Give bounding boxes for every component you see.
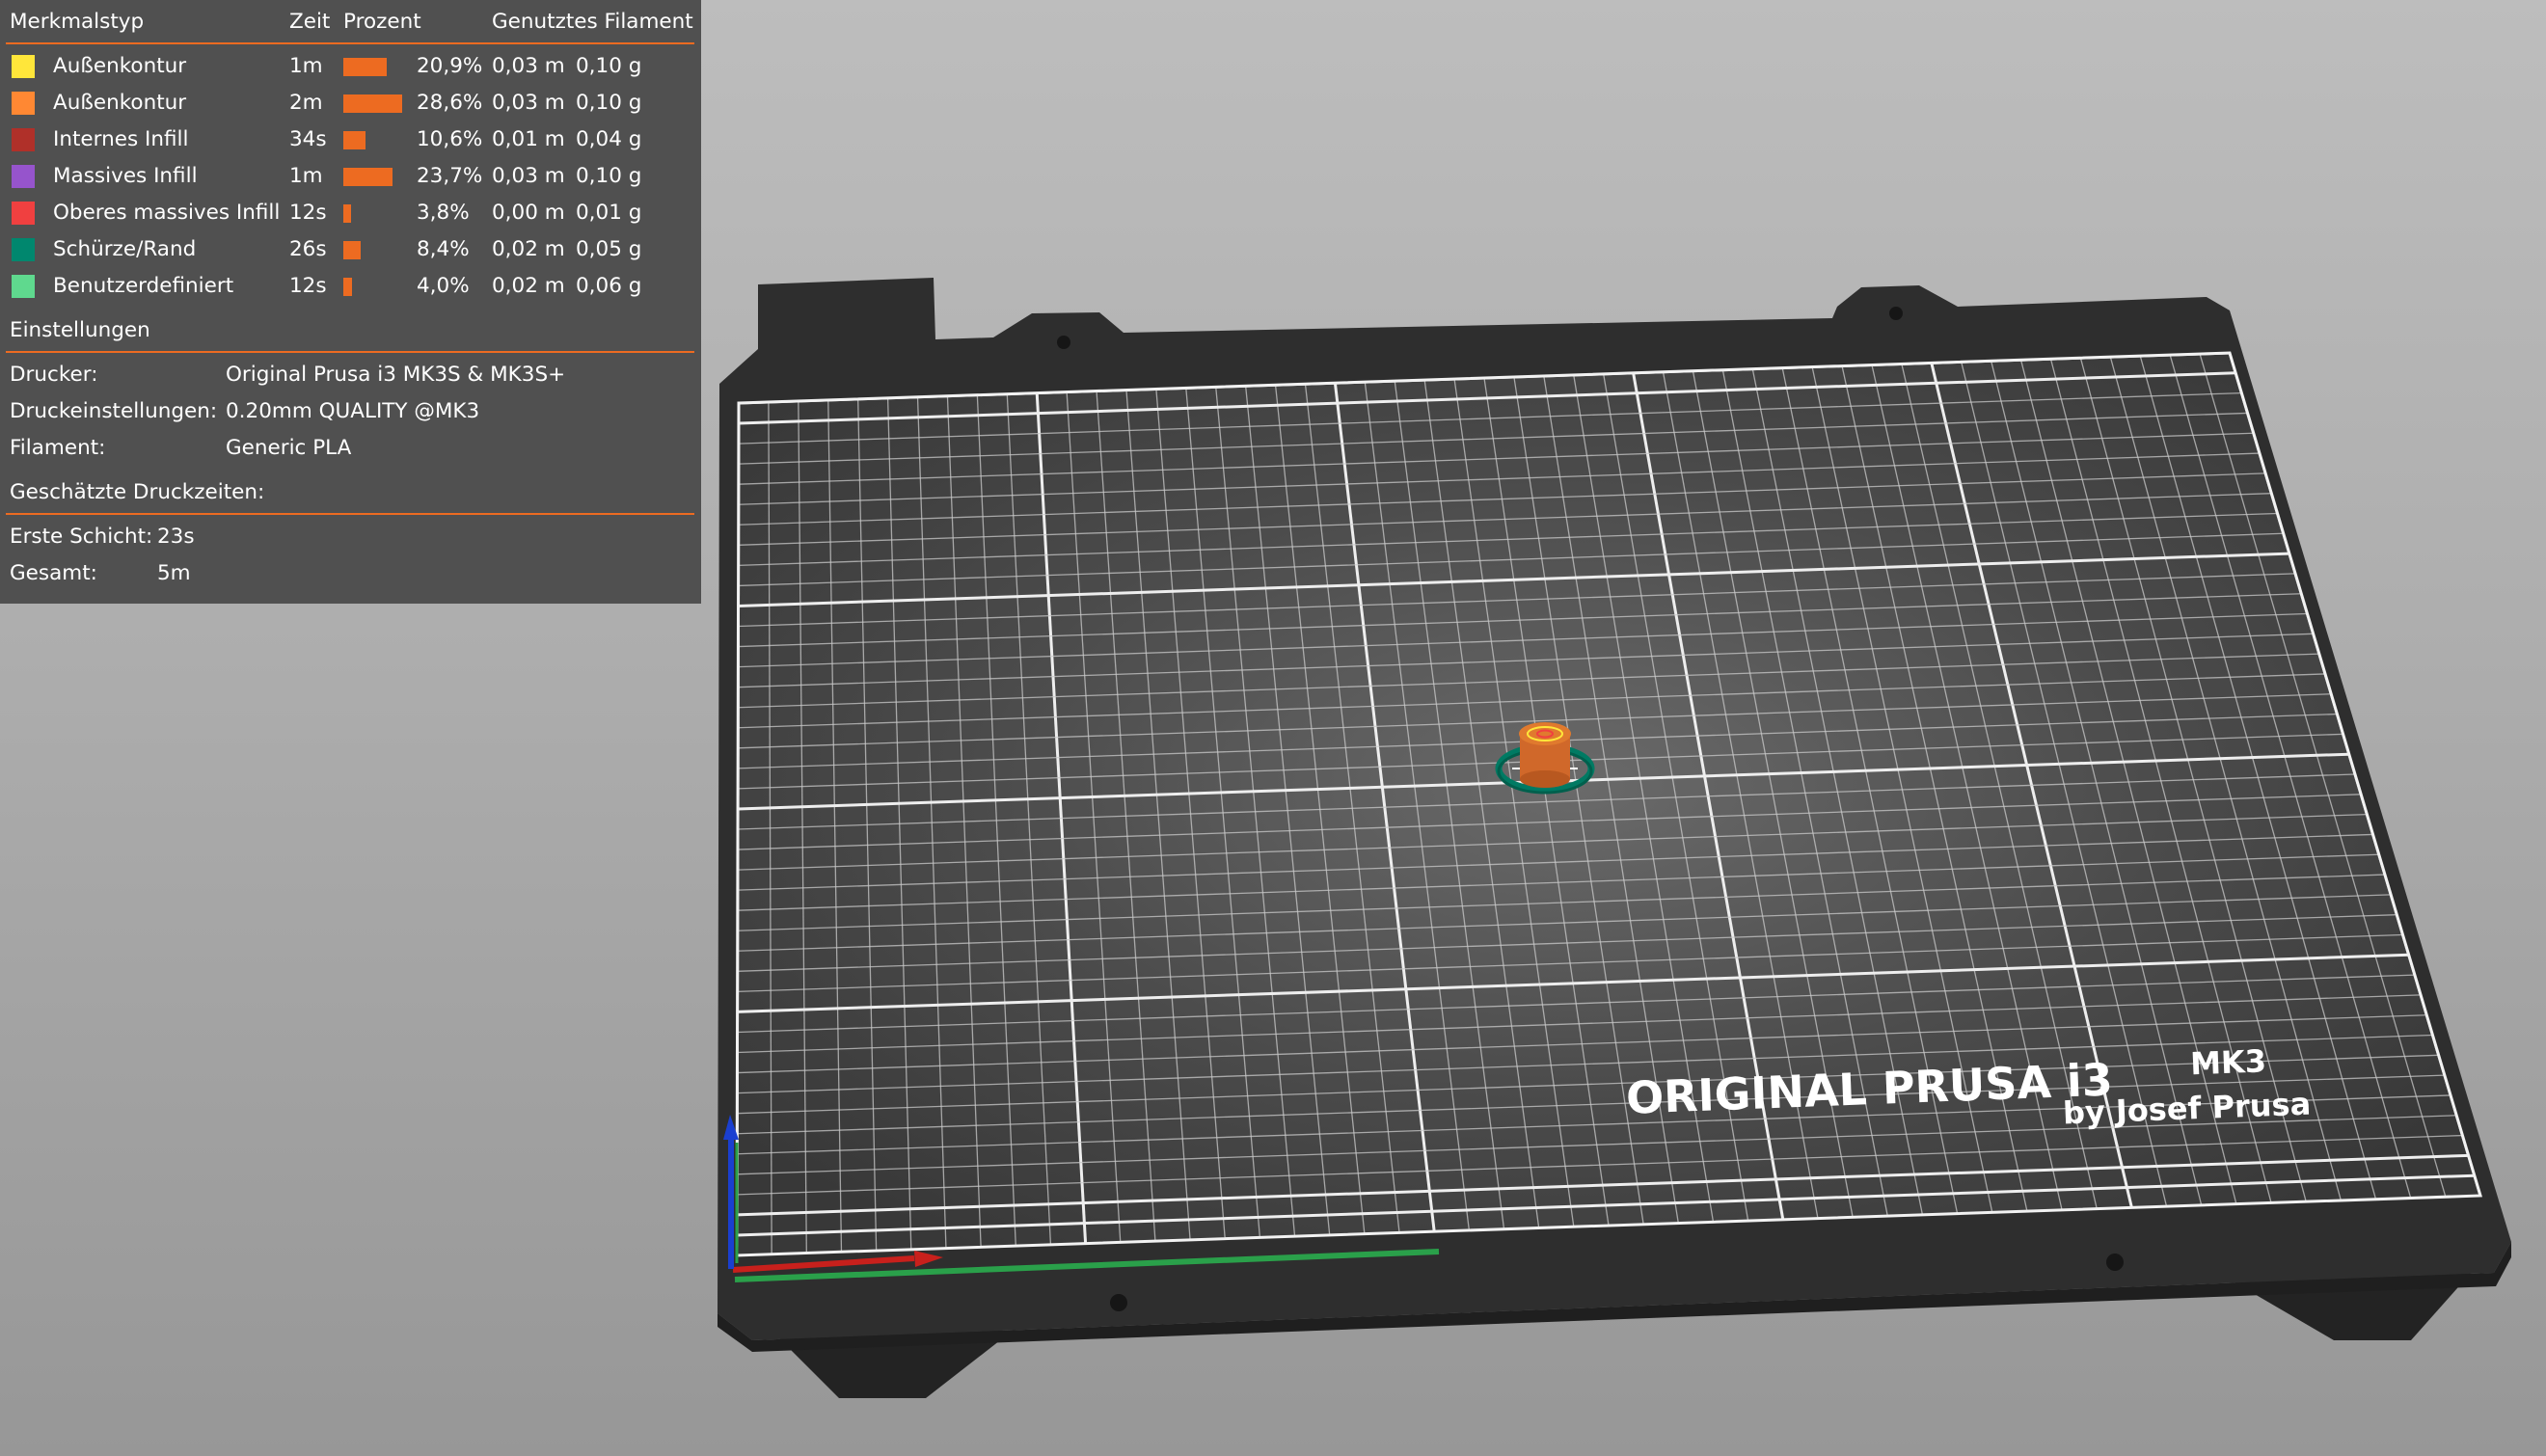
legend-weight: 0,04 g — [576, 127, 642, 151]
legend-feature-name: Außenkontur — [53, 54, 187, 78]
header-time: Zeit — [289, 10, 331, 34]
settings-divider — [6, 351, 694, 353]
legend-percent-bar — [343, 58, 387, 76]
legend-feature-name: Massives Infill — [53, 164, 198, 188]
legend-time: 1m — [289, 54, 323, 78]
legend-percent-bar — [343, 204, 351, 223]
legend-color-swatch — [12, 202, 35, 225]
legend-percent-bar — [343, 94, 402, 113]
legend-length: 0,00 m — [492, 201, 565, 225]
legend-length: 0,01 m — [492, 127, 565, 151]
first-layer-value: 23s — [157, 525, 195, 549]
legend-weight: 0,10 g — [576, 91, 642, 115]
legend-percent: 10,6% — [417, 127, 483, 151]
legend-row[interactable]: Benutzerdefiniert 12s 4,0% 0,02 m 0,06 g — [0, 274, 701, 307]
header-divider — [6, 42, 694, 44]
legend-percent: 23,7% — [417, 164, 483, 188]
total-label: Gesamt: — [10, 561, 97, 585]
legend-color-swatch — [12, 165, 35, 188]
legend-weight: 0,06 g — [576, 274, 642, 298]
header-feature-type: Merkmalstyp — [10, 10, 145, 34]
legend-time: 34s — [289, 127, 327, 151]
legend-time: 26s — [289, 237, 327, 261]
legend-feature-name: Benutzerdefiniert — [53, 274, 234, 298]
legend-row[interactable]: Außenkontur 2m 28,6% 0,03 m 0,10 g — [0, 91, 701, 123]
legend-color-swatch — [12, 92, 35, 115]
legend-percent: 3,8% — [417, 201, 470, 225]
legend-time: 12s — [289, 201, 327, 225]
print-settings-label: Druckeinstellungen: — [10, 399, 218, 423]
header-percent: Prozent — [343, 10, 421, 34]
legend-percent-bar — [343, 168, 393, 186]
legend-row[interactable]: Internes Infill 34s 10,6% 0,01 m 0,04 g — [0, 127, 701, 160]
legend-percent-bar — [343, 131, 366, 149]
printer-label: Drucker: — [10, 363, 98, 387]
legend-percent: 8,4% — [417, 237, 470, 261]
legend-length: 0,02 m — [492, 274, 565, 298]
legend-length: 0,03 m — [492, 164, 565, 188]
legend-row[interactable]: Massives Infill 1m 23,7% 0,03 m 0,10 g — [0, 164, 701, 197]
legend-feature-name: Schürze/Rand — [53, 237, 197, 261]
legend-color-swatch — [12, 128, 35, 151]
legend-percent: 4,0% — [417, 274, 470, 298]
filament-value: Generic PLA — [226, 436, 352, 460]
settings-title: Einstellungen — [10, 318, 150, 342]
legend-feature-name: Außenkontur — [53, 91, 187, 115]
legend-weight: 0,10 g — [576, 54, 642, 78]
legend-row[interactable]: Schürze/Rand 26s 8,4% 0,02 m 0,05 g — [0, 237, 701, 270]
legend-time: 1m — [289, 164, 323, 188]
legend-percent-bar — [343, 278, 352, 296]
legend-time: 12s — [289, 274, 327, 298]
legend-weight: 0,05 g — [576, 237, 642, 261]
legend-percent-bar — [343, 241, 361, 259]
filament-label: Filament: — [10, 436, 106, 460]
printer-value: Original Prusa i3 MK3S & MK3S+ — [226, 363, 566, 387]
legend-color-swatch — [12, 238, 35, 261]
header-filament: Genutztes Filament — [492, 10, 693, 34]
legend-length: 0,03 m — [492, 54, 565, 78]
legend-feature-name: Internes Infill — [53, 127, 189, 151]
legend-row[interactable]: Oberes massives Infill 12s 3,8% 0,00 m 0,01 … — [0, 201, 701, 233]
legend-time: 2m — [289, 91, 323, 115]
bed-logo-model: MK3 — [2189, 1042, 2266, 1082]
first-layer-label: Erste Schicht: — [10, 525, 153, 549]
legend-color-swatch — [12, 55, 35, 78]
legend-length: 0,02 m — [492, 237, 565, 261]
legend-percent: 20,9% — [417, 54, 483, 78]
legend-color-swatch — [12, 275, 35, 298]
legend-percent: 28,6% — [417, 91, 483, 115]
legend-weight: 0,01 g — [576, 201, 642, 225]
legend-row[interactable]: Außenkontur 1m 20,9% 0,03 m 0,10 g — [0, 54, 701, 87]
total-value: 5m — [157, 561, 191, 585]
legend-weight: 0,10 g — [576, 164, 642, 188]
print-settings-value: 0.20mm QUALITY @MK3 — [226, 399, 480, 423]
times-divider — [6, 513, 694, 515]
legend-panel: Merkmalstyp Zeit Prozent Genutztes Filam… — [0, 0, 701, 604]
estimated-times-title: Geschätzte Druckzeiten: — [10, 480, 265, 504]
legend-length: 0,03 m — [492, 91, 565, 115]
legend-feature-name: Oberes massives Infill — [53, 201, 281, 225]
